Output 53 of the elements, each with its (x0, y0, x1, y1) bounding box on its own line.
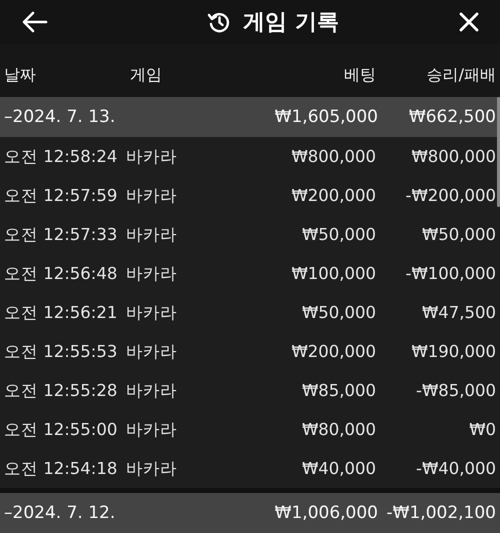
game-cell-text: 바카라 (125, 146, 178, 168)
bet-cell: ₩80,000 (302, 420, 376, 439)
game-cell-text: 바카라 (125, 262, 178, 284)
column-header: 게임 (130, 65, 162, 86)
time-cell-text: 오전 12:55:53 (4, 340, 118, 362)
scrollbar[interactable] (497, 97, 500, 207)
time-cell-text: 오전 12:57:59 (4, 184, 118, 206)
bet-total: ₩1,006,000 (274, 503, 378, 523)
result-cell: ₩47,500 (422, 303, 496, 322)
bet-cell: ₩85,000 (302, 381, 376, 400)
result-cell: ₩190,000 (411, 342, 496, 361)
history-icon (207, 10, 232, 34)
time-cell-text: 오전 12:54:18 (4, 458, 118, 480)
column-header: 베팅 (344, 65, 376, 86)
date-text: –2024. 7. 13. (4, 107, 116, 127)
time-cell-text: 오전 12:56:21 (4, 302, 118, 324)
game-cell-text: 바카라 (125, 184, 178, 206)
result-cell: ₩800,000 (411, 147, 496, 166)
result-total: ₩662,500 (408, 107, 496, 127)
date-group-row[interactable]: –2024. 7. 13. ₩1,605,000 ₩662,500 (0, 97, 500, 137)
result-cell: ₩0 (469, 420, 496, 439)
game-cell-text: 바카라 (125, 418, 178, 440)
result-cell: ₩50,000 (422, 225, 496, 244)
bet-cell: ₩200,000 (291, 342, 376, 361)
result-cell: -₩40,000 (416, 459, 496, 478)
bet-cell: ₩200,000 (291, 186, 376, 205)
column-header: 날짜 (4, 65, 37, 86)
window-title: 게임 기록 (243, 9, 339, 38)
time-cell-text: 오전 12:58:24 (4, 146, 118, 168)
game-cell-text: 바카라 (125, 302, 178, 324)
date-text: –2024. 7. 12. (4, 503, 116, 523)
time-cell-text: 오전 12:57:33 (4, 224, 118, 246)
game-cell-text: 바카라 (125, 380, 178, 402)
result-cell: -₩85,000 (416, 381, 496, 400)
bet-total: ₩1,605,000 (274, 107, 378, 127)
time-cell-text: 오전 12:56:48 (4, 262, 118, 284)
game-cell-text: 바카라 (125, 458, 178, 480)
time-cell-text: 오전 12:55:28 (4, 380, 118, 402)
date-group-row[interactable]: –2024. 7. 12. ₩1,006,000 -₩1,002,100 (0, 493, 500, 533)
game-cell-text: 바카라 (125, 340, 178, 362)
column-header: 승리/패배 (426, 65, 496, 86)
result-cell: -₩100,000 (405, 264, 496, 283)
bet-cell: ₩50,000 (302, 303, 376, 322)
bet-cell: ₩100,000 (291, 264, 376, 283)
bet-cell: ₩50,000 (302, 225, 376, 244)
bet-cell: ₩40,000 (302, 459, 376, 478)
result-cell: -₩200,000 (405, 186, 496, 205)
back-icon[interactable] (22, 11, 48, 34)
bet-cell: ₩800,000 (291, 147, 376, 166)
close-icon[interactable] (458, 11, 480, 34)
result-total: -₩1,002,100 (386, 503, 496, 523)
game-cell-text: 바카라 (125, 224, 178, 246)
time-cell-text: 오전 12:55:00 (4, 418, 118, 440)
